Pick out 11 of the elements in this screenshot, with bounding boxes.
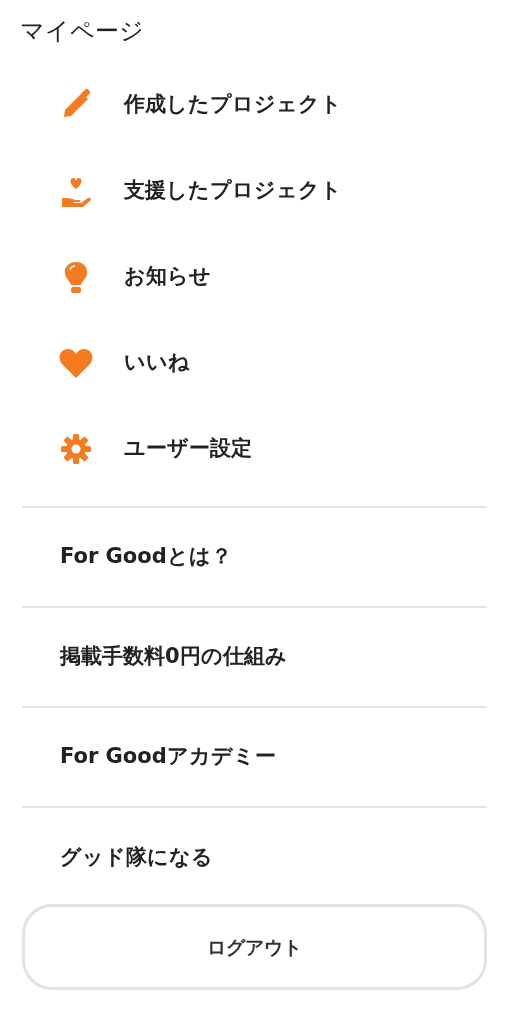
menu-link[interactable]: お知らせ bbox=[124, 261, 211, 293]
menu-link[interactable]: For Goodとは？ bbox=[60, 541, 232, 573]
menu-link[interactable]: For Goodアカデミー bbox=[60, 741, 276, 773]
page-title: マイページ bbox=[20, 16, 145, 47]
menu-link[interactable]: グッド隊になる bbox=[60, 842, 213, 874]
menu-link[interactable]: 掲載手数料0円の仕組み bbox=[60, 641, 287, 673]
menu-link[interactable]: ユーザー設定 bbox=[124, 433, 252, 465]
logout-button[interactable]: ログアウト bbox=[22, 904, 487, 990]
menu-link[interactable]: いいね bbox=[124, 347, 190, 379]
menu-link[interactable]: 作成したプロジェクト bbox=[124, 89, 342, 121]
menu-link[interactable]: 支援したプロジェクト bbox=[124, 175, 342, 207]
